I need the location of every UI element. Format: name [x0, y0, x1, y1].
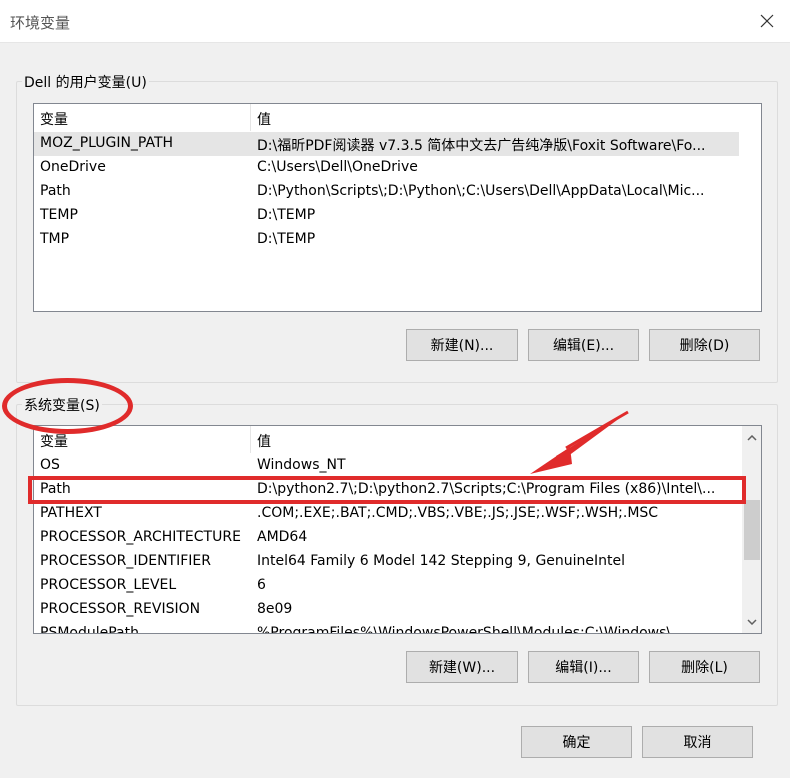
var-name: TEMP — [40, 207, 78, 223]
var-value: .COM;.EXE;.BAT;.CMD;.VBS;.VBE;.JS;.JSE;.… — [257, 505, 659, 521]
var-value: D:\TEMP — [257, 207, 316, 223]
table-row[interactable]: PATHEXT .COM;.EXE;.BAT;.CMD;.VBS;.VBE;.J… — [34, 502, 740, 526]
var-value: C:\Users\Dell\OneDrive — [257, 159, 418, 175]
var-value: Intel64 Family 6 Model 142 Stepping 9, G… — [257, 553, 626, 569]
user-edit-button[interactable]: 编辑(E)... — [528, 329, 639, 361]
vertical-scrollbar[interactable] — [742, 426, 761, 633]
var-name: PROCESSOR_IDENTIFIER — [40, 553, 211, 569]
var-value: Windows_NT — [257, 457, 346, 473]
var-value: %ProgramFiles%\WindowsPowerShell\Modules… — [257, 625, 685, 634]
ok-button[interactable]: 确定 — [521, 726, 632, 758]
table-row[interactable]: OS Windows_NT — [34, 454, 740, 478]
system-vars-list[interactable]: 变量 值 OS Windows_NT Path D:\python2.7\;D:… — [33, 425, 762, 634]
var-name: OS — [40, 457, 60, 473]
var-name: Path — [40, 481, 71, 497]
scroll-thumb[interactable] — [744, 500, 760, 560]
column-header-value[interactable]: 值 — [257, 109, 271, 129]
column-header-value[interactable]: 值 — [257, 431, 271, 451]
chevron-up-icon — [746, 434, 757, 441]
var-value: AMD64 — [257, 529, 308, 545]
table-row[interactable]: TEMP D:\TEMP — [34, 204, 761, 228]
var-name: PROCESSOR_REVISION — [40, 601, 201, 617]
close-icon — [760, 14, 774, 28]
var-name: PSModulePath — [40, 625, 139, 634]
column-header-name[interactable]: 变量 — [40, 431, 68, 451]
chevron-down-icon — [746, 618, 757, 625]
var-name: PROCESSOR_LEVEL — [40, 577, 177, 593]
table-row[interactable]: PROCESSOR_IDENTIFIER Intel64 Family 6 Mo… — [34, 550, 740, 574]
user-vars-list[interactable]: 变量 值 MOZ_PLUGIN_PATH D:\福昕PDF阅读器 v7.3.5 … — [33, 103, 762, 312]
window-title: 环境变量 — [10, 14, 71, 32]
var-value: D:\福昕PDF阅读器 v7.3.5 简体中文去广告纯净版\Foxit Soft… — [257, 138, 706, 154]
scroll-down-button[interactable] — [742, 612, 761, 631]
system-delete-button[interactable]: 删除(L) — [649, 651, 760, 683]
system-new-button[interactable]: 新建(W)... — [406, 651, 518, 683]
list-header: 变量 值 — [34, 104, 761, 131]
var-name: OneDrive — [40, 159, 106, 175]
user-new-button[interactable]: 新建(N)... — [406, 329, 518, 361]
table-row[interactable]: MOZ_PLUGIN_PATH D:\福昕PDF阅读器 v7.3.5 简体中文去… — [34, 132, 739, 156]
table-row[interactable]: PROCESSOR_LEVEL 6 — [34, 574, 740, 598]
var-name: PROCESSOR_ARCHITECTURE — [40, 529, 241, 545]
system-edit-button[interactable]: 编辑(I)... — [528, 651, 639, 683]
table-row[interactable]: Path D:\Python\Scripts\;D:\Python\;C:\Us… — [34, 180, 761, 204]
scroll-up-button[interactable] — [742, 428, 761, 447]
cancel-button[interactable]: 取消 — [642, 726, 753, 758]
var-name: PATHEXT — [40, 505, 102, 521]
user-vars-label: Dell 的用户变量(U) — [22, 72, 149, 92]
table-row[interactable]: PROCESSOR_REVISION 8e09 — [34, 598, 740, 622]
var-name: TMP — [40, 231, 70, 247]
table-row[interactable]: OneDrive C:\Users\Dell\OneDrive — [34, 156, 761, 180]
system-vars-label: 系统变量(S) — [22, 395, 102, 415]
close-button[interactable] — [744, 0, 790, 42]
var-value: 8e09 — [257, 601, 293, 617]
var-value: 6 — [257, 577, 266, 593]
table-row[interactable]: Path D:\python2.7\;D:\python2.7\Scripts;… — [34, 478, 740, 502]
table-row[interactable]: PSModulePath %ProgramFiles%\WindowsPower… — [34, 622, 740, 634]
var-value: D:\python2.7\;D:\python2.7\Scripts;C:\Pr… — [257, 481, 716, 497]
var-value: D:\TEMP — [257, 231, 316, 247]
var-name: Path — [40, 183, 71, 199]
list-header: 变量 值 — [34, 426, 761, 453]
table-row[interactable]: TMP D:\TEMP — [34, 228, 761, 252]
title-bar: 环境变量 — [0, 0, 790, 43]
table-row[interactable]: PROCESSOR_ARCHITECTURE AMD64 — [34, 526, 740, 550]
user-delete-button[interactable]: 删除(D) — [649, 329, 760, 361]
column-header-name[interactable]: 变量 — [40, 109, 68, 129]
var-name: MOZ_PLUGIN_PATH — [40, 135, 174, 151]
var-value: D:\Python\Scripts\;D:\Python\;C:\Users\D… — [257, 183, 705, 199]
